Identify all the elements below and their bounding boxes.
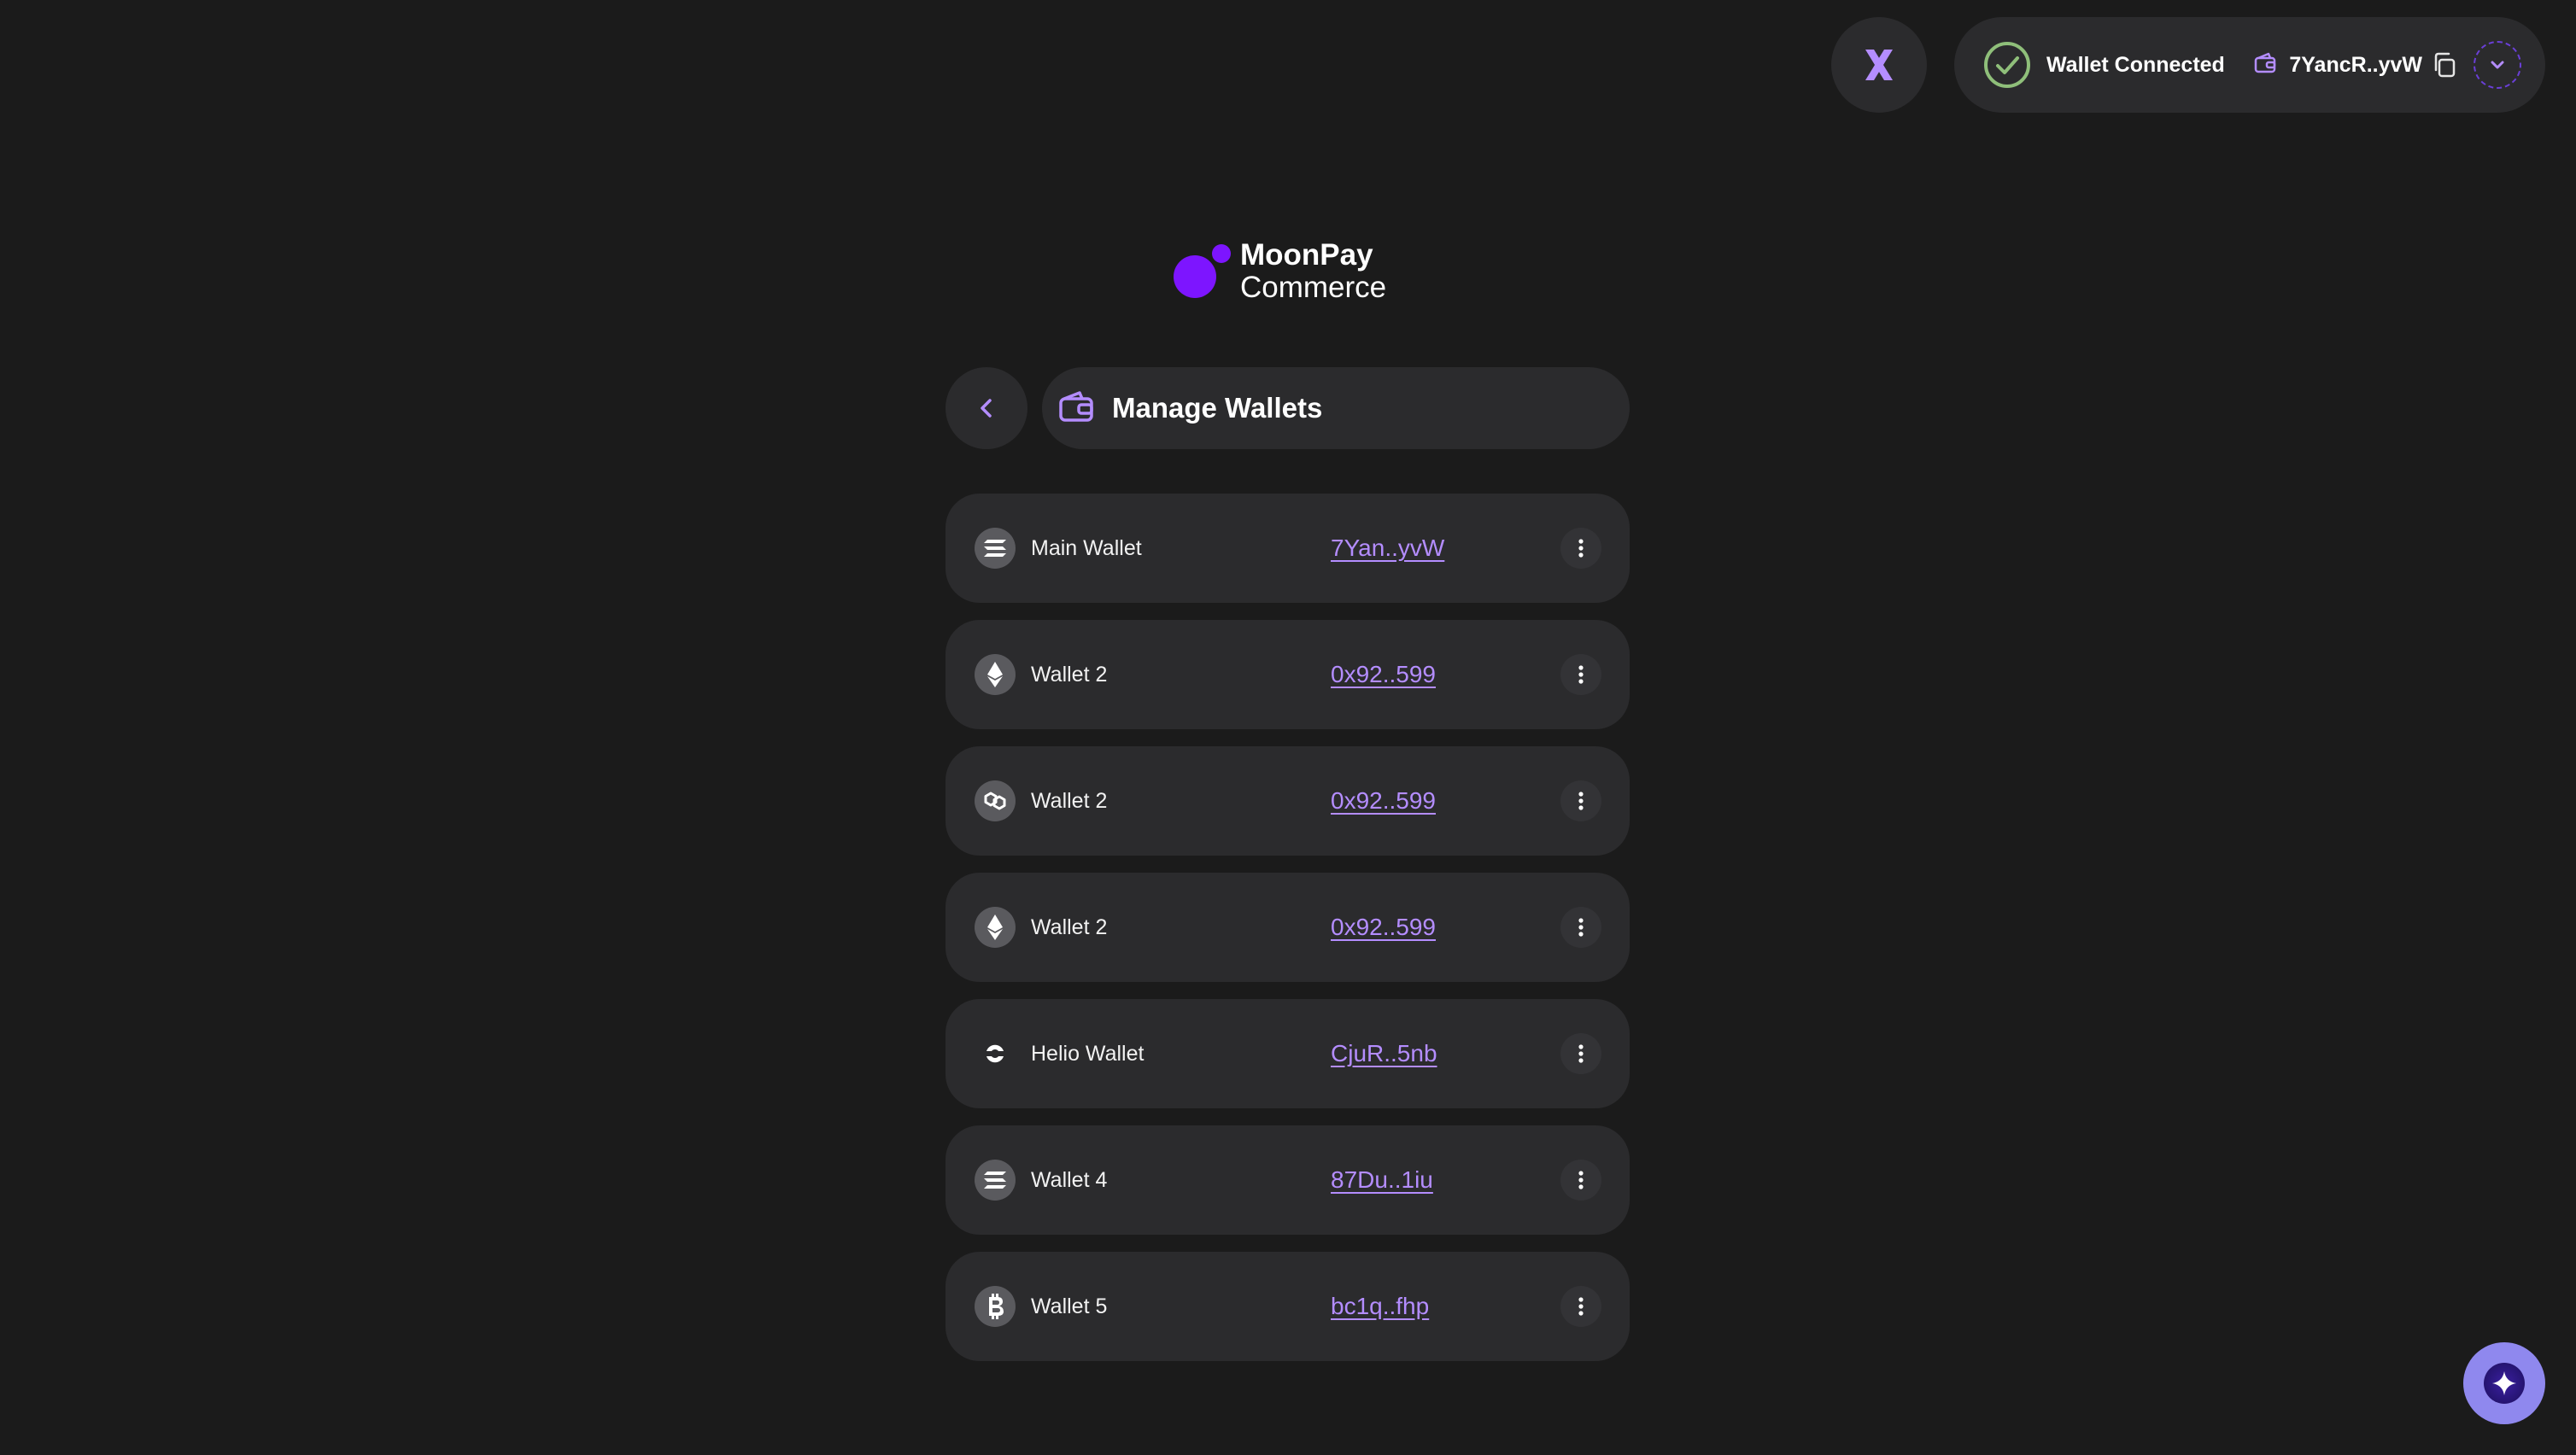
logo-wordmark: MoonPay Commerce	[1240, 239, 1386, 304]
wallet-status-label: Wallet Connected	[2046, 52, 2225, 77]
wallet-list: Main Wallet 7Yan..yvW Wallet 2 0x92..599	[946, 494, 1630, 1378]
more-vertical-icon	[1578, 665, 1584, 684]
page-title: Manage Wallets	[1112, 392, 1323, 424]
moonpay-logo-mark	[1174, 241, 1240, 302]
page-header: Manage Wallets	[1042, 367, 1630, 449]
wallet-options-button[interactable]	[1560, 907, 1601, 948]
wallet-options-button[interactable]	[1560, 1286, 1601, 1327]
wallet-name: Main Wallet	[1031, 535, 1142, 560]
wallet-name: Wallet 4	[1031, 1167, 1108, 1192]
polygon-icon	[975, 780, 1016, 821]
wallet-icon	[2253, 51, 2277, 79]
wallet-address-link[interactable]: 0x92..599	[1331, 661, 1436, 688]
more-vertical-icon	[1578, 918, 1584, 937]
x-logo-icon	[1865, 50, 1893, 80]
wallet-address-link[interactable]: 7Yan..yvW	[1331, 535, 1444, 562]
check-circle-icon	[1983, 41, 2031, 89]
wallet-options-button[interactable]	[1560, 1160, 1601, 1201]
back-button[interactable]	[946, 367, 1027, 449]
wallet-address-link[interactable]: CjuR..5nb	[1331, 1040, 1437, 1067]
wallet-row[interactable]: Helio Wallet CjuR..5nb	[946, 999, 1630, 1108]
wallet-row[interactable]: Wallet 2 0x92..599	[946, 620, 1630, 729]
assistant-button[interactable]	[2463, 1342, 2545, 1424]
more-vertical-icon	[1578, 1297, 1584, 1316]
wallet-row[interactable]: Wallet 4 87Du..1iu	[946, 1125, 1630, 1235]
wallet-row[interactable]: Wallet 2 0x92..599	[946, 873, 1630, 982]
more-vertical-icon	[1578, 539, 1584, 558]
wallet-name: Wallet 2	[1031, 662, 1108, 687]
wallet-name: Wallet 2	[1031, 788, 1108, 813]
wallet-row[interactable]: Wallet 5 bc1q..fhp	[946, 1252, 1630, 1361]
wallet-address-link[interactable]: 87Du..1iu	[1331, 1166, 1433, 1194]
copy-icon	[2434, 52, 2456, 78]
wallet-options-button[interactable]	[1560, 780, 1601, 821]
connected-address-group: 7YancR..yvW	[2253, 41, 2521, 89]
ethereum-icon	[975, 654, 1016, 695]
moonpay-commerce-logo: MoonPay Commerce	[1174, 239, 1386, 304]
more-vertical-icon	[1578, 792, 1584, 810]
account-dropdown-button[interactable]	[2474, 41, 2521, 89]
wallet-options-button[interactable]	[1560, 1033, 1601, 1074]
wallet-options-button[interactable]	[1560, 654, 1601, 695]
chevron-left-icon	[981, 399, 992, 418]
wallet-icon	[1057, 389, 1095, 428]
wallet-row[interactable]: Main Wallet 7Yan..yvW	[946, 494, 1630, 603]
solana-icon	[975, 528, 1016, 569]
x-logo-button[interactable]	[1831, 17, 1927, 113]
more-vertical-icon	[1578, 1171, 1584, 1189]
wallet-row[interactable]: Wallet 2 0x92..599	[946, 746, 1630, 856]
chevron-down-icon	[2491, 61, 2504, 69]
wallet-options-button[interactable]	[1560, 528, 1601, 569]
copy-address-button[interactable]	[2431, 51, 2458, 79]
more-vertical-icon	[1578, 1044, 1584, 1063]
logo-line-2: Commerce	[1240, 271, 1387, 304]
wallet-status-bar: Wallet Connected 7YancR..yvW	[1954, 17, 2545, 113]
wallet-name: Wallet 5	[1031, 1294, 1108, 1318]
bitcoin-icon	[975, 1286, 1016, 1327]
logo-line-1: MoonPay	[1240, 238, 1373, 272]
wallet-name: Helio Wallet	[1031, 1041, 1145, 1066]
sparkle-icon	[2484, 1363, 2525, 1404]
wallet-address-link[interactable]: 0x92..599	[1331, 787, 1436, 815]
wallet-address-link[interactable]: bc1q..fhp	[1331, 1293, 1429, 1320]
helio-icon	[975, 1033, 1016, 1074]
wallet-address-link[interactable]: 0x92..599	[1331, 914, 1436, 941]
ethereum-icon	[975, 907, 1016, 948]
wallet-name: Wallet 2	[1031, 914, 1108, 939]
connected-address: 7YancR..yvW	[2289, 52, 2422, 77]
solana-icon	[975, 1160, 1016, 1201]
